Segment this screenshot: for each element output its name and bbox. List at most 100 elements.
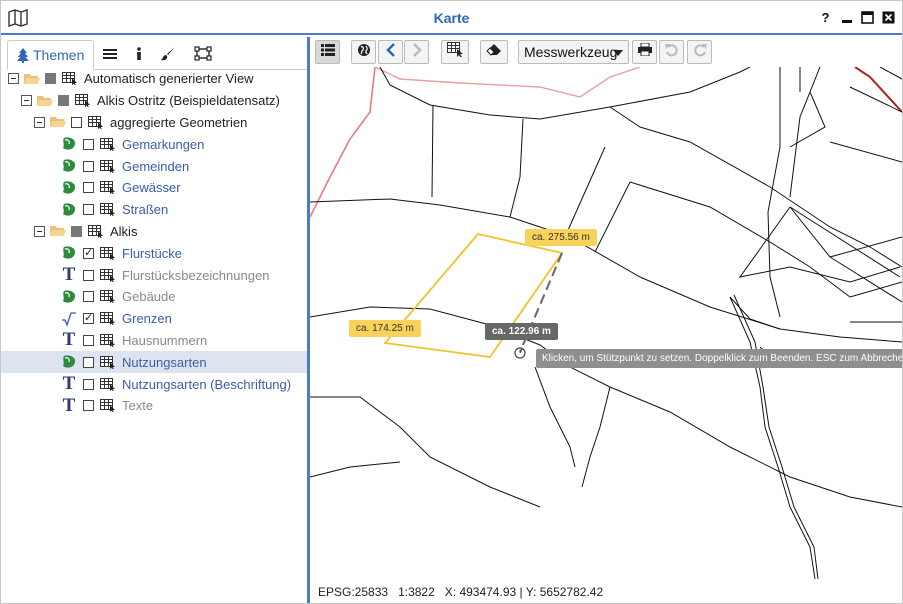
tree-item[interactable]: T Nutzungsarten (Beschriftung) — [1, 373, 307, 395]
globe-button[interactable] — [351, 40, 376, 64]
tree-item-label: Alkis — [110, 223, 138, 239]
table-icon[interactable] — [100, 333, 122, 347]
forward-button[interactable] — [404, 40, 429, 64]
visibility-checkbox[interactable] — [83, 291, 94, 303]
table-icon[interactable] — [100, 355, 122, 369]
table-icon[interactable] — [100, 203, 122, 217]
polygon-layer-icon — [61, 354, 77, 370]
tree-item[interactable]: Automatisch generierter View — [1, 68, 307, 90]
tree-item-label: Automatisch generierter View — [84, 71, 254, 87]
tab-list[interactable] — [94, 40, 126, 70]
list-icon — [103, 47, 118, 63]
measure-tool-select[interactable]: Messwerkzeug — [518, 40, 629, 64]
visibility-checkbox[interactable] — [83, 400, 94, 412]
visibility-checkbox[interactable]: ✓ — [83, 313, 94, 325]
brush-icon — [161, 46, 176, 64]
tree-item[interactable]: aggregierte Geometrien — [1, 112, 307, 134]
tree-item-label: Gemarkungen — [122, 136, 205, 152]
tree-item[interactable]: ✓ Grenzen — [1, 308, 307, 330]
globe-icon — [357, 43, 371, 62]
visibility-checkbox[interactable]: ✓ — [83, 247, 94, 259]
visibility-checkbox[interactable] — [71, 116, 82, 128]
redo-button[interactable] — [687, 40, 712, 64]
folder-open-icon — [50, 225, 71, 237]
tree-item[interactable]: Gewässer — [1, 177, 307, 199]
visibility-checkbox[interactable] — [83, 182, 94, 194]
table-icon[interactable] — [100, 399, 122, 413]
caret-down-icon — [613, 50, 623, 56]
table-icon[interactable] — [100, 246, 122, 260]
visibility-checkbox[interactable] — [83, 160, 94, 172]
tree-item-label: aggregierte Geometrien — [110, 114, 248, 130]
undo-button[interactable] — [659, 40, 684, 64]
close-button[interactable] — [881, 10, 896, 25]
tree-item[interactable]: T Hausnummern — [1, 330, 307, 352]
eraser-button[interactable] — [480, 40, 508, 64]
tree-item[interactable]: T Flurstücksbezeichnungen — [1, 264, 307, 286]
tree-item[interactable]: ✓ Flurstücke — [1, 242, 307, 264]
collapse-toggle[interactable] — [34, 225, 45, 237]
measure-label-current: ca. 122.96 m — [485, 323, 558, 340]
measure-label-segment1: ca. 174.25 m — [349, 320, 421, 337]
layer-panel: Themen Automatisch generierter View Alkis… — [1, 37, 307, 603]
table-icon[interactable] — [100, 268, 122, 282]
folder-open-icon — [24, 73, 45, 85]
back-button[interactable] — [378, 40, 403, 64]
table-icon[interactable] — [100, 377, 122, 391]
redo-icon — [693, 43, 707, 62]
panel-tabs: Themen — [7, 40, 221, 70]
tree-item[interactable]: Gebäude — [1, 286, 307, 308]
visibility-checkbox-partial[interactable] — [58, 95, 69, 107]
printer-icon — [637, 42, 652, 61]
visibility-checkbox[interactable] — [83, 269, 94, 281]
tree-item[interactable]: T Texte — [1, 395, 307, 417]
info-icon — [135, 46, 143, 64]
visibility-checkbox[interactable] — [83, 204, 94, 216]
tab-extent[interactable] — [185, 40, 221, 70]
chevron-left-icon — [385, 42, 396, 62]
tree-item-label: Flurstücke — [122, 245, 182, 261]
minimize-button[interactable] — [839, 10, 854, 25]
collapse-toggle[interactable] — [8, 73, 19, 85]
print-button[interactable] — [632, 40, 657, 64]
tree-item[interactable]: Gemarkungen — [1, 133, 307, 155]
tree-item[interactable]: Gemeinden — [1, 155, 307, 177]
collapse-toggle[interactable] — [21, 95, 32, 107]
visibility-checkbox[interactable] — [83, 356, 94, 368]
tree-item[interactable]: Straßen — [1, 199, 307, 221]
map-canvas[interactable]: ca. 174.25 m ca. 275.56 m ca. 122.96 m K… — [310, 66, 902, 580]
visibility-checkbox[interactable] — [83, 138, 94, 150]
tree-item-label: Nutzungsarten — [122, 354, 207, 370]
table-icon — [88, 115, 110, 129]
maximize-button[interactable] — [860, 10, 875, 25]
tab-themes[interactable]: Themen — [7, 40, 95, 70]
tree-item-label: Hausnummern — [122, 332, 208, 348]
collapse-toggle[interactable] — [34, 116, 45, 128]
help-button[interactable]: ? — [818, 10, 833, 25]
table-icon[interactable] — [100, 181, 122, 195]
visibility-checkbox[interactable] — [83, 334, 94, 346]
select-features-button[interactable] — [441, 40, 469, 64]
toggle-panel-button[interactable] — [315, 40, 340, 64]
visibility-checkbox-partial[interactable] — [45, 73, 56, 85]
table-icon[interactable] — [100, 312, 122, 326]
map-toolbar: Messwerkzeug — [310, 37, 902, 67]
tab-info[interactable] — [126, 40, 152, 70]
tree-item-label: Gemeinden — [122, 158, 190, 174]
title-bar[interactable]: Karte ? — [1, 1, 902, 35]
chevron-right-icon — [412, 42, 422, 62]
table-icon[interactable] — [100, 159, 122, 173]
text-layer-icon: T — [62, 373, 76, 395]
table-icon[interactable] — [100, 137, 122, 151]
table-icon[interactable] — [100, 290, 122, 304]
tree-item[interactable]: Nutzungsarten — [1, 351, 307, 374]
visibility-checkbox[interactable] — [83, 378, 94, 390]
measure-hint-tooltip: Klicken, um Stützpunkt zu setzen. Doppel… — [536, 349, 902, 368]
visibility-checkbox-partial[interactable] — [71, 225, 82, 237]
line-layer-icon — [61, 311, 77, 327]
tree-item[interactable]: Alkis Ostritz (Beispieldatensatz) — [1, 90, 307, 112]
tree-item[interactable]: Alkis — [1, 221, 307, 243]
tree-item-label: Texte — [122, 398, 154, 414]
tab-style[interactable] — [152, 40, 185, 70]
status-scale: 1:3822 — [398, 584, 435, 599]
